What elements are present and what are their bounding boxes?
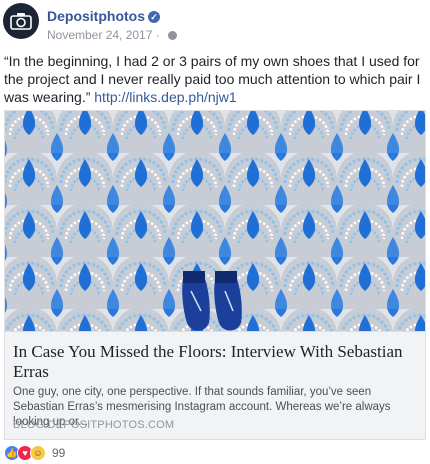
card-image[interactable] (5, 111, 425, 331)
card-body[interactable]: In Case You Missed the Floors: Interview… (5, 331, 425, 439)
card-title[interactable]: In Case You Missed the Floors: Interview… (13, 342, 418, 382)
author-name[interactable]: Depositphotos ✓ (47, 8, 160, 24)
author-label[interactable]: Depositphotos (47, 8, 145, 24)
post-link[interactable]: http://links.dep.ph/njw1 (94, 89, 236, 105)
reactions-bar[interactable]: 👍 ♥ ☺ 99 (4, 444, 65, 462)
verified-badge-icon: ✓ (148, 11, 160, 23)
post-header: Depositphotos ✓ November 24, 2017 · (0, 0, 430, 42)
page-avatar[interactable] (3, 3, 39, 39)
globe-icon (168, 31, 178, 40)
card-domain: BLOG.DEPOSITPHOTOS.COM (13, 419, 175, 431)
post-meta: November 24, 2017 · (47, 28, 178, 42)
link-preview-card[interactable]: In Case You Missed the Floors: Interview… (4, 110, 426, 440)
post-date[interactable]: November 24, 2017 (47, 28, 152, 42)
haha-icon: ☺ (30, 445, 46, 461)
reaction-count[interactable]: 99 (52, 446, 65, 460)
post-text: “In the beginning, I had 2 or 3 pairs of… (4, 52, 424, 106)
meta-separator: · (155, 28, 160, 42)
camera-icon (10, 13, 32, 30)
